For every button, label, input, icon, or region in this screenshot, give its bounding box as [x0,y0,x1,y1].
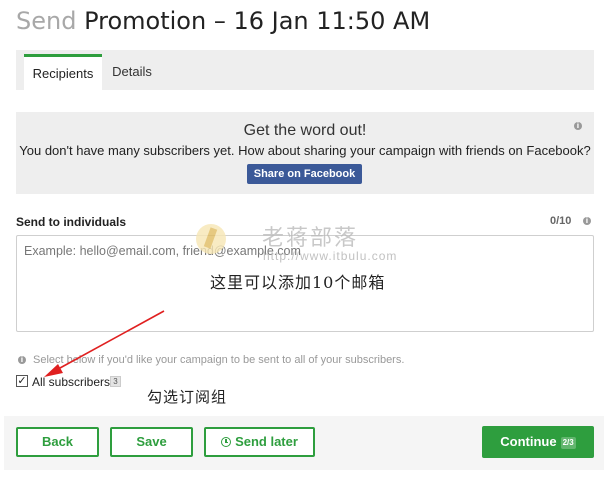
send-to-individuals-label: Send to individuals [16,215,127,229]
share-on-facebook-button[interactable]: Share on Facebook [247,164,362,184]
watermark-text: 老蒋部落 [262,226,359,251]
page-title: Send Promotion – 16 Jan 11:50 AM [16,6,430,36]
email-counter: 0/10 [550,215,572,227]
save-button[interactable]: Save [110,427,193,457]
annotation-email-note: 这里可以添加10个邮箱 [210,273,386,292]
info-icon: i [18,356,26,364]
all-subscribers-label[interactable]: All subscribers [32,375,110,389]
tabs-bar: Recipients Details [16,50,594,90]
tab-recipients[interactable]: Recipients [24,54,102,90]
subscribers-count-badge: 3 [110,376,121,387]
promo-title: Get the word out! [243,122,367,139]
send-later-button[interactable]: Send later [204,427,315,457]
watermark-logo [196,224,226,254]
share-promo-panel: Get the word out! You don't have many su… [16,112,594,194]
all-subscribers-checkbox[interactable]: ✓ [16,375,28,387]
continue-button[interactable]: Continue 2/3 [482,426,594,458]
subscribers-hint: Select below if you'd like your campaign… [33,354,405,366]
info-icon[interactable]: i [583,217,591,225]
send-later-label: Send later [235,434,298,449]
tab-details[interactable]: Details [104,54,160,90]
page-title-prefix: Send [16,7,77,35]
back-button[interactable]: Back [16,427,99,457]
page-title-main: Promotion – 16 Jan 11:50 AM [84,7,431,35]
promo-text: You don't have many subscribers yet. How… [19,143,591,158]
clock-icon [221,437,232,447]
email-input-placeholder: Example: hello@email.com, friend@example… [24,244,301,258]
info-icon[interactable]: i [574,122,582,130]
watermark-url: http://www.itbulu.com [263,249,398,263]
step-badge: 2/3 [560,437,576,449]
annotation-checkbox-note: 勾选订阅组 [147,388,228,406]
continue-label: Continue [500,434,557,449]
footer-actions: Back Save Send later Continue 2/3 [4,416,604,470]
